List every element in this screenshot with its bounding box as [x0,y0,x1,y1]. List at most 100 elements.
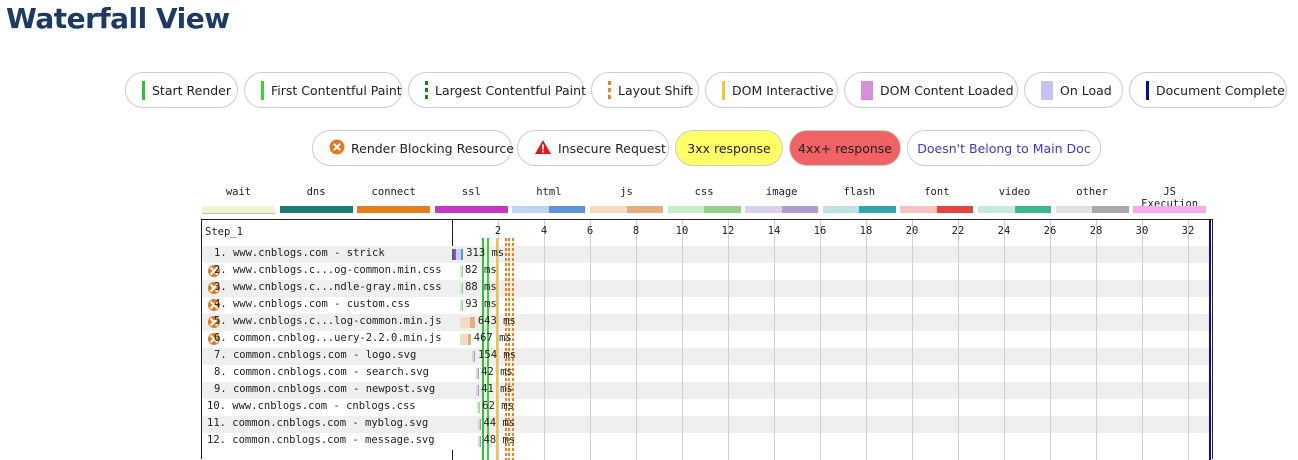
request-duration: 82 ms [465,264,497,276]
request-label[interactable]: 11. common.cnblogs.com - myblog.svg [207,417,428,429]
legend-render-blocking[interactable]: Render Blocking Resource [312,130,514,166]
request-duration: 62 ms [482,400,514,412]
legend-on-load[interactable]: On Load [1024,72,1123,108]
legend-label: Largest Contentful Paint [435,82,586,98]
request-bar-download [480,419,482,430]
request-bar-download [478,385,480,396]
request-label[interactable]: 12. common.cnblogs.com - message.svg [207,434,435,446]
request-duration: 88 ms [465,281,497,293]
tick-label: 16 [813,225,827,237]
grid-line [682,220,683,460]
grid-line [590,220,591,460]
legend-layout-shift[interactable]: Layout Shift [591,72,699,108]
legend-label: Insecure Request [558,140,666,156]
request-bar-wait [460,334,468,345]
legend-label: DOM Interactive [732,82,834,98]
type-legend-label: css [694,186,714,198]
type-legend-label: wait [225,186,252,198]
request-bar-download [467,334,471,345]
grid-line [1050,220,1051,460]
request-duration: 41 ms [481,383,513,395]
legend-3xx-response[interactable]: 3xx response [675,130,783,166]
request-label[interactable]: 9. common.cnblogs.com - newpost.svg [214,383,435,395]
legend-not-main-doc[interactable]: Doesn't Belong to Main Doc [907,130,1101,166]
type-legend-swatch [978,206,1051,213]
tick-label: 26 [1043,225,1057,237]
request-bar-download [480,436,482,447]
type-legend-swatch [745,206,819,213]
request-bar-download [474,351,476,362]
type-legend-label: html [536,186,562,198]
legend-label: Doesn't Belong to Main Doc [917,140,1091,156]
type-legend-swatch [202,206,275,214]
request-label[interactable]: 2. www.cnblogs.c...og-common.min.css [214,264,442,276]
type-legend-swatch [900,206,974,213]
request-label[interactable]: 3. www.cnblogs.c...ndle-gray.min.css [214,281,442,293]
legend-first-contentful-paint[interactable]: First Contentful Paint [244,72,402,108]
grid-line [1142,220,1143,460]
request-label[interactable]: 1. www.cnblogs.com - strick [214,247,385,259]
type-legend-swatch [667,206,741,213]
tick-label: 6 [586,225,594,237]
request-duration: 44 ms [483,417,516,429]
request-duration: 643 ms [477,315,516,327]
dom-interactive-swatch [722,80,725,100]
grid-line [958,220,959,460]
type-legend-label: ssl [461,186,481,198]
grid-line [820,220,821,460]
legend-label: Start Render [152,82,232,98]
legend-4xx-response[interactable]: 4xx+ response [789,130,901,166]
legend-start-render[interactable]: Start Render [125,72,238,108]
type-legend-label: font [924,186,950,198]
request-label[interactable]: 5. www.cnblogs.c...log-common.min.js [214,315,442,327]
legend-label: 4xx+ response [798,140,892,156]
tick-label: 30 [1135,225,1149,237]
first-contentful-paint-swatch [261,80,264,100]
legend-label: On Load [1060,82,1112,98]
request-label[interactable]: 4. www.cnblogs.com - custom.css [214,298,410,310]
type-legend-swatch [822,206,896,213]
legend-dom-interactive[interactable]: DOM Interactive [705,72,838,108]
request-bar-download [461,249,464,260]
type-legend-label: video [998,186,1031,198]
legend-largest-contentful-paint[interactable]: Largest Contentful Paint [408,72,586,108]
type-legend-label: dns [306,186,326,198]
request-label[interactable]: 8. common.cnblogs.com - search.svg [214,366,429,378]
tick-label: 32 [1181,225,1195,237]
legend-label: 3xx response [687,140,771,156]
legend-document-complete[interactable]: Document Complete [1129,72,1287,108]
document-complete-swatch [1146,80,1149,100]
tick-label: 18 [859,225,873,237]
request-label[interactable]: 7. common.cnblogs.com - logo.svg [214,349,416,361]
waterfall-chart: Step_1 2 4 6 8 10 12 14 16 18 20 22 24 26 28 30 32 1. ww… [201,219,1213,460]
type-legend-swatch [434,206,508,213]
legend-label: Layout Shift [618,82,693,98]
request-label[interactable]: 6. common.cnblog...uery-2.2.0.min.js [214,332,442,344]
grid-line [1188,220,1189,460]
request-duration: 313 ms [466,247,505,259]
legend-insecure-request[interactable]: Insecure Request [517,130,669,166]
tick-label: 8 [632,225,640,237]
tick-label: 14 [767,225,781,237]
grid-line [774,220,775,460]
request-duration: 93 ms [465,298,497,310]
page-title: Waterfall View [6,2,230,35]
request-bar-download [470,317,475,328]
tick-label: 2 [494,225,502,237]
tick-label: 20 [905,225,919,237]
tick-label: 24 [997,225,1011,237]
on-load-swatch [1041,80,1053,100]
request-label[interactable]: 10. www.cnblogs.com - cnblogs.css [207,400,416,412]
type-legend-swatch [1133,206,1207,213]
warning-icon [534,139,552,158]
tick-label: 12 [721,225,735,237]
step-label: Step_1 [205,226,243,238]
grid-line [544,220,545,460]
legend-dom-content-loaded[interactable]: DOM Content Loaded [844,72,1018,108]
legend-label: First Contentful Paint [271,82,402,98]
grid-line [1096,220,1097,460]
request-bar-download [462,283,464,294]
request-bar-download [479,402,481,413]
grid-line [1004,220,1005,460]
request-duration: 48 ms [483,434,516,446]
